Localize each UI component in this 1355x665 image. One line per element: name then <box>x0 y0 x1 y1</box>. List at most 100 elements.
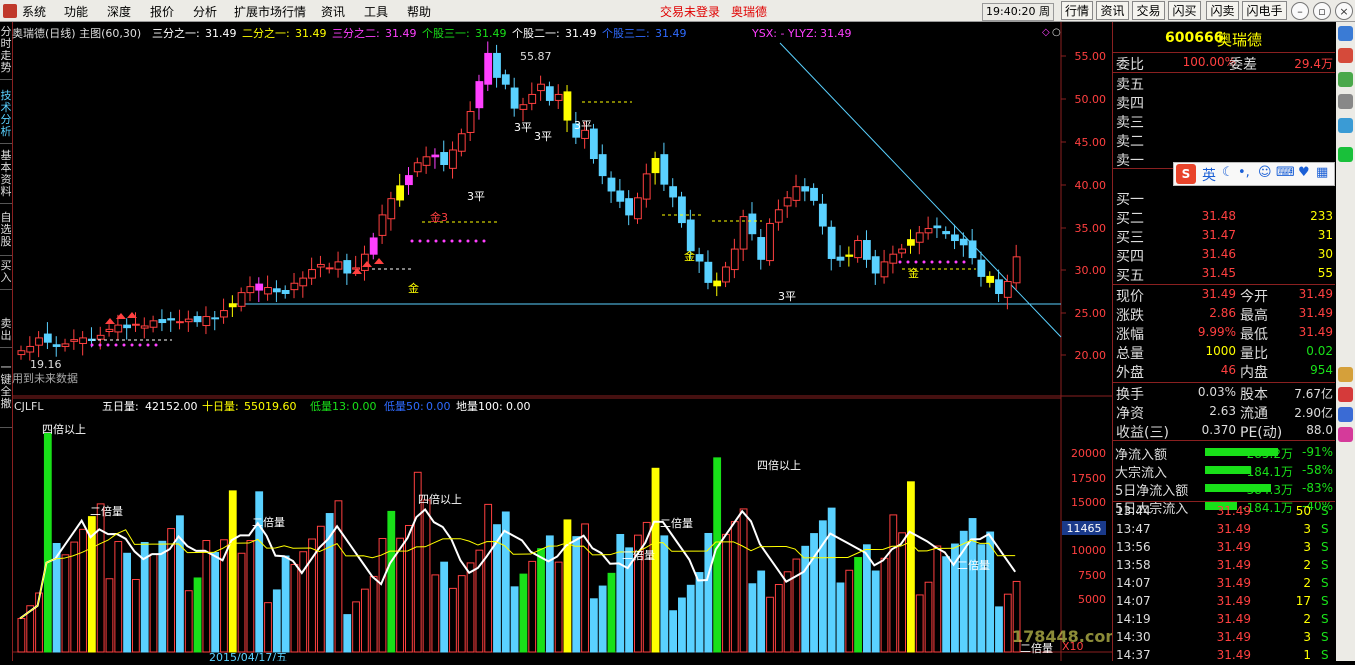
app-logo-icon[interactable] <box>3 4 17 18</box>
vol-low13-label: 低量13: <box>310 400 350 413</box>
leaf-icon[interactable] <box>1338 147 1353 162</box>
vol-low13-value: 0.00 <box>352 400 377 413</box>
tick-volume: 1 <box>1303 648 1311 662</box>
trade-login-status[interactable]: 交易未登录 <box>660 3 720 20</box>
moon-icon[interactable]: ☾ <box>1222 165 1234 180</box>
candle-body <box>933 225 942 229</box>
volume-bar <box>678 597 686 653</box>
toolbar-flash-hand-button[interactable]: 闪电手 <box>1242 1 1287 20</box>
candle-body <box>272 288 281 293</box>
menu-extended-market[interactable]: 扩展市场行情 <box>234 3 306 20</box>
bid-volume: 31 <box>1317 228 1333 242</box>
volume-bar <box>431 574 440 653</box>
chart-icon[interactable] <box>1338 367 1353 382</box>
tab-cancel-all[interactable]: 一键全撤 <box>0 362 12 428</box>
volume-bar <box>986 531 995 653</box>
ask-2-row[interactable]: 卖二 <box>1113 130 1335 150</box>
ping-signal-1: 3平 <box>514 121 532 134</box>
news-icon[interactable] <box>1338 48 1353 63</box>
volume-bar <box>871 570 880 653</box>
tab-intraday[interactable]: 分时走势 <box>0 26 12 80</box>
document-icon[interactable] <box>1338 94 1353 109</box>
menu-help[interactable]: 帮助 <box>407 3 431 20</box>
quote-row: 外盘 46 内盘 954 <box>1113 361 1335 381</box>
toolbar-news-button[interactable]: 资讯 <box>1096 1 1129 20</box>
maximize-icon[interactable]: ▫ <box>1313 2 1331 20</box>
grid-menu-icon[interactable]: ▦ <box>1316 165 1328 180</box>
candle-body <box>299 277 308 287</box>
emoji-icon[interactable]: ☺ <box>1258 165 1272 180</box>
candle-body <box>898 248 907 254</box>
volume-bar <box>783 571 792 653</box>
tab-watchlist[interactable]: 自选股 <box>0 212 12 256</box>
candle-body <box>783 197 792 207</box>
price-axis-25: 25.00 <box>1075 307 1107 320</box>
bid-3-row[interactable]: 买三 31.47 31 <box>1113 226 1335 246</box>
ask-3-row[interactable]: 卖三 <box>1113 111 1335 131</box>
tick-side: S <box>1321 630 1329 644</box>
bid-2-row[interactable]: 买二 31.48 233 <box>1113 207 1335 227</box>
volume-bar <box>352 601 360 653</box>
tab-buy[interactable]: 买入 <box>0 260 12 290</box>
volume-bar <box>757 570 766 653</box>
close-icon[interactable]: × <box>1335 2 1353 20</box>
tab-technical-analysis[interactable]: 技术分析 <box>0 90 12 144</box>
ask-4-row[interactable]: 卖四 <box>1113 92 1335 112</box>
menu-depth[interactable]: 深度 <box>107 3 131 20</box>
toolbar-flash-buy-button[interactable]: 闪买 <box>1168 1 1201 20</box>
stock-code: 600666 <box>1165 30 1224 46</box>
punctuation-icon[interactable]: •, <box>1238 165 1250 180</box>
skin-icon[interactable]: ♥ <box>1298 165 1310 180</box>
keyboard-icon[interactable]: ⌨ <box>1276 165 1295 180</box>
volume-bar <box>237 552 246 653</box>
candle-body <box>792 186 801 201</box>
tab-fundamentals[interactable]: 基本资料 <box>0 150 12 204</box>
fundamental-row: 换手 0.03% 股本 7.67亿 <box>1113 383 1335 403</box>
toolbar-trade-button[interactable]: 交易 <box>1132 1 1165 20</box>
minimize-icon[interactable]: – <box>1291 2 1309 20</box>
globe-icon[interactable] <box>1338 26 1353 41</box>
candle-body <box>352 267 360 270</box>
volume-bar <box>79 528 87 653</box>
volume-bar <box>845 569 854 653</box>
candle-body <box>598 154 607 177</box>
rsi-icon[interactable] <box>1338 387 1353 402</box>
volume-bar <box>730 521 739 653</box>
indicator-icon[interactable] <box>1338 427 1353 442</box>
ime-logo-icon[interactable]: S <box>1176 164 1196 184</box>
fundamental-value: 88.0 <box>1306 423 1333 437</box>
ime-lang-toggle[interactable]: 英 <box>1202 165 1216 185</box>
ask-5-row[interactable]: 卖五 <box>1113 73 1335 93</box>
tools-icon[interactable] <box>1338 118 1353 133</box>
toolbar-quote-button[interactable]: 行情 <box>1061 1 1093 20</box>
legend-half-label: 二分之一: <box>242 26 290 40</box>
volume-bar-series <box>17 433 1021 653</box>
bar-chart-icon[interactable] <box>1338 407 1353 422</box>
tab-sell[interactable]: 卖出 <box>0 318 12 348</box>
volume-bar <box>695 572 704 653</box>
candle-body <box>79 337 87 344</box>
bid-4-row[interactable]: 买四 31.46 30 <box>1113 245 1335 265</box>
candle-body <box>255 283 264 291</box>
menu-system[interactable]: 系统 <box>22 3 46 20</box>
bid-1-row[interactable]: 买一 <box>1113 188 1335 208</box>
candle-body <box>501 74 510 85</box>
diamond-icon[interactable]: ◇ <box>1042 27 1050 38</box>
toolbar-flash-sell-button[interactable]: 闪卖 <box>1206 1 1239 20</box>
candle-body <box>722 266 730 283</box>
price-axis-55: 55.00 <box>1075 50 1107 63</box>
candle-body <box>17 350 26 356</box>
ime-toolbar[interactable]: S 英 ☾ •, ☺ ⌨ ♥ ▦ <box>1173 162 1335 186</box>
bid-5-row[interactable]: 买五 31.45 55 <box>1113 264 1335 284</box>
menu-function[interactable]: 功能 <box>64 3 88 20</box>
menu-news[interactable]: 资讯 <box>321 3 345 20</box>
kline-chart-area[interactable]: 55.00 50.00 45.00 40.00 35.00 30.00 25.0… <box>12 22 1122 664</box>
date-cursor-tag: 2015/04/17/五 <box>209 651 287 661</box>
bid-price: 31.45 <box>1201 266 1236 280</box>
menu-analysis[interactable]: 分析 <box>193 3 217 20</box>
menu-quote[interactable]: 报价 <box>150 3 174 20</box>
menu-tools[interactable]: 工具 <box>364 3 388 20</box>
volume-bar <box>396 537 405 653</box>
calendar-icon[interactable] <box>1338 72 1353 87</box>
collapse-icon[interactable]: ○ <box>1052 27 1061 38</box>
